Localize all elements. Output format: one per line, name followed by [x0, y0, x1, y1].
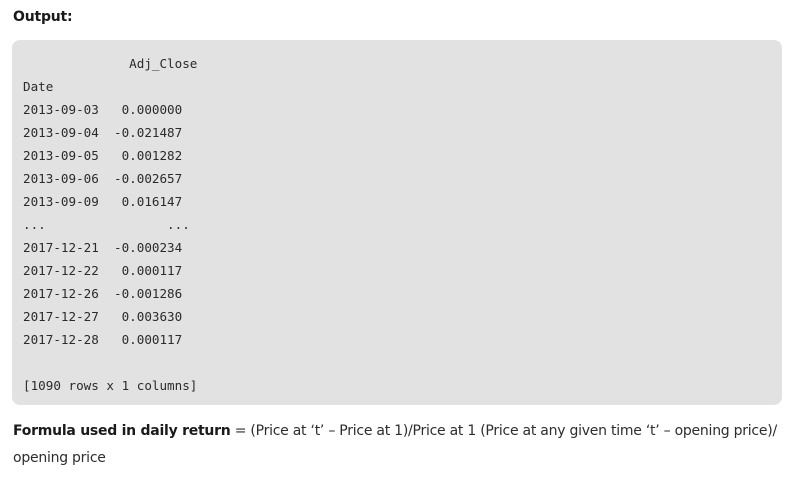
code-line-row: 2013-09-09 0.016147 — [23, 194, 183, 209]
code-line-row: 2013-09-06 -0.002657 — [23, 171, 183, 186]
code-line-ellipsis: ... ... — [23, 217, 190, 232]
code-output-block: Adj_Close Date 2013-09-03 0.000000 2013-09-… — [12, 40, 782, 405]
code-line-row: 2013-09-03 0.000000 — [23, 102, 183, 117]
code-line-row: 2013-09-05 0.001282 — [23, 148, 183, 163]
formula-label: Formula used in daily return — [13, 423, 231, 439]
code-line-shape-summary: [1090 rows x 1 columns] — [23, 378, 198, 393]
code-output-text: Adj_Close Date 2013-09-03 0.000000 2013-09-… — [23, 52, 782, 397]
code-line-row: 2017-12-21 -0.000234 — [23, 240, 183, 255]
code-line-index-name: Date — [23, 79, 54, 94]
output-heading: Output: — [13, 9, 73, 25]
code-line-row: 2017-12-26 -0.001286 — [23, 286, 183, 301]
code-line-row: 2013-09-04 -0.021487 — [23, 125, 183, 140]
code-line-header: Adj_Close — [23, 56, 198, 71]
code-line-row: 2017-12-28 0.000117 — [23, 332, 183, 347]
formula-paragraph: Formula used in daily return = (Price at… — [13, 418, 783, 472]
code-line-row: 2017-12-27 0.003630 — [23, 309, 183, 324]
code-line-row: 2017-12-22 0.000117 — [23, 263, 183, 278]
